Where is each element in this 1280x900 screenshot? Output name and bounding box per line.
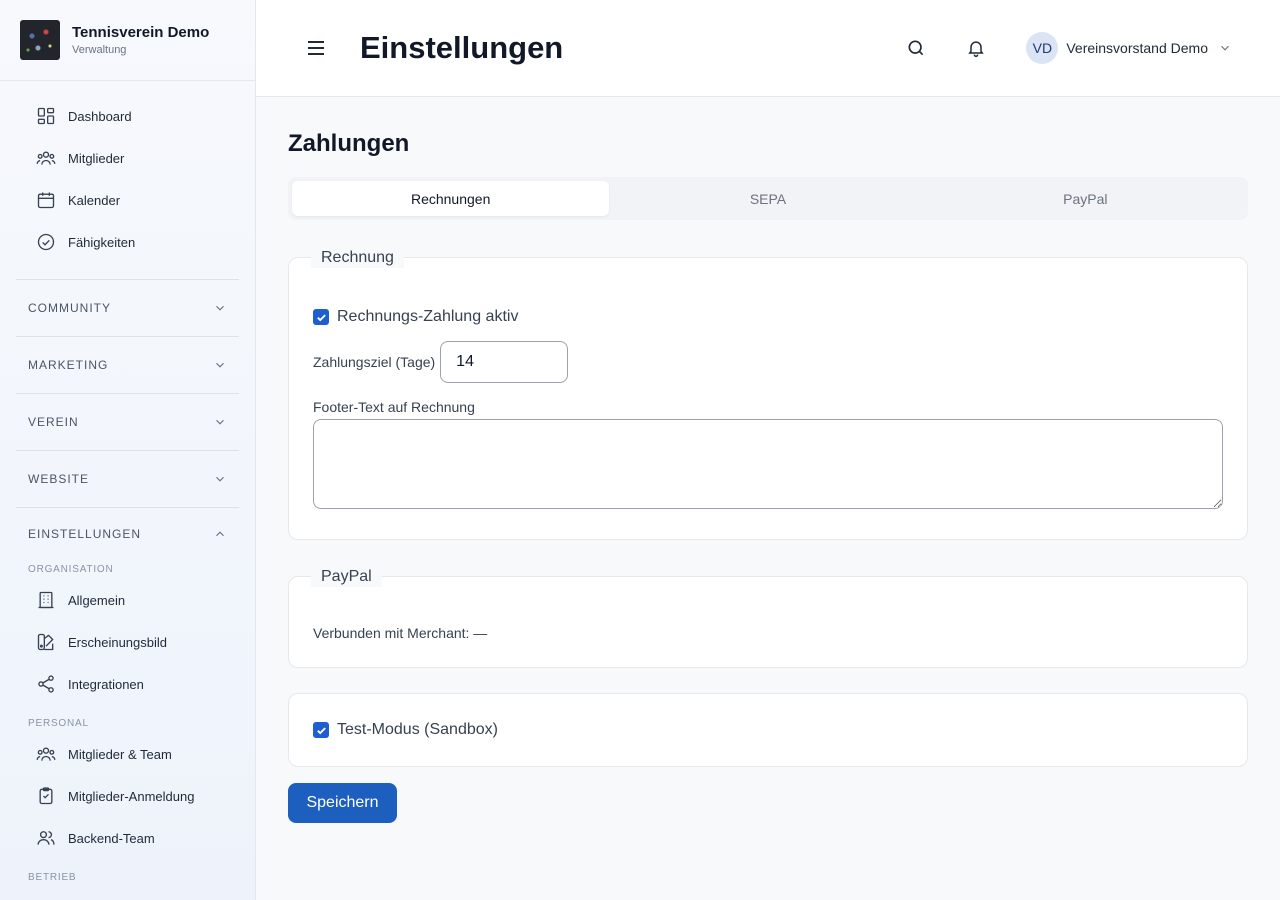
sidebar-item-label: Dashboard xyxy=(68,108,132,124)
bell-icon[interactable] xyxy=(966,38,986,58)
user-group-icon xyxy=(37,831,55,845)
chevron-up-icon xyxy=(216,530,224,536)
paypal-merchant-text: Verbunden mit Merchant: — xyxy=(313,625,488,641)
chevron-down-icon xyxy=(216,476,224,482)
due-days-field: Zahlungsziel (Tage) xyxy=(313,341,569,383)
page-title: Einstellungen xyxy=(360,30,564,65)
sidebar-item-mitglieder[interactable]: Mitglieder xyxy=(0,137,255,179)
sidebar-group-marketing[interactable]: MARKETING xyxy=(16,336,239,393)
sandbox-checkbox-row[interactable]: Test-Modus (Sandbox) xyxy=(313,721,498,739)
sidebar-item-label: Integrationen xyxy=(68,676,144,692)
sidebar-item-label: Mitglieder-Anmeldung xyxy=(68,788,195,804)
invoice-active-checkbox[interactable] xyxy=(313,309,329,325)
sidebar-item-label: Kalender xyxy=(68,192,121,208)
building-icon xyxy=(38,591,54,609)
chevron-down-icon xyxy=(216,362,224,368)
footer-text-input[interactable] xyxy=(313,419,1223,509)
sidebar-subheading-betrieb: BETRIEB xyxy=(28,871,77,883)
calendar-icon xyxy=(37,192,55,209)
sidebar-group-verein[interactable]: VEREIN xyxy=(16,393,239,450)
sidebar-item-mitglieder-anmeldung[interactable]: Mitglieder-Anmeldung xyxy=(0,775,255,817)
sidebar-item-label: Backend-Team xyxy=(68,830,155,846)
search-icon[interactable] xyxy=(906,38,926,58)
sidebar-group-label: EINSTELLUNGEN xyxy=(28,526,142,541)
palette-icon xyxy=(37,633,54,651)
paypal-fieldset: PayPal Verbunden mit Merchant: — xyxy=(288,567,1248,668)
payment-tabs: Rechnungen SEPA PayPal xyxy=(288,177,1248,220)
user-menu[interactable]: VD Vereinsvorstand Demo xyxy=(1026,32,1280,64)
sidebar-item-faehigkeiten[interactable]: Fähigkeiten xyxy=(0,221,255,263)
users-icon xyxy=(36,151,56,165)
dashboard-icon xyxy=(37,107,55,125)
sidebar-item-label: Mitglieder xyxy=(68,150,125,166)
footer-text-label: Footer-Text auf Rechnung xyxy=(313,399,475,415)
avatar: VD xyxy=(1026,32,1059,64)
chevron-down-icon xyxy=(216,305,224,311)
invoice-active-label: Rechnungs-Zahlung aktiv xyxy=(337,308,519,325)
brand-name: Tennisverein Demo xyxy=(72,24,210,41)
check-icon xyxy=(316,726,326,734)
paypal-legend: PayPal xyxy=(311,567,382,587)
sidebar-subheading-personal: PERSONAL xyxy=(28,717,89,729)
invoice-legend: Rechnung xyxy=(311,248,404,268)
sidebar-group-label: COMMUNITY xyxy=(28,301,111,315)
due-days-input[interactable] xyxy=(440,341,569,383)
sidebar: Tennisverein Demo Verwaltung Dashboard M… xyxy=(0,0,256,900)
sidebar-item-label: Fähigkeiten xyxy=(68,234,136,250)
chevron-down-icon xyxy=(1221,45,1229,51)
check-icon xyxy=(316,313,326,321)
sandbox-panel: Test-Modus (Sandbox) xyxy=(288,693,1248,767)
share-icon xyxy=(38,675,54,693)
tab-rechnungen[interactable]: Rechnungen xyxy=(292,181,610,216)
sidebar-item-erscheinungsbild[interactable]: Erscheinungsbild xyxy=(0,621,255,663)
invoice-active-checkbox-row[interactable]: Rechnungs-Zahlung aktiv xyxy=(313,308,518,326)
sidebar-group-label: VEREIN xyxy=(28,415,79,429)
sidebar-item-label: Allgemein xyxy=(68,592,126,608)
tab-sepa[interactable]: SEPA xyxy=(609,181,926,216)
sidebar-group-website[interactable]: WEBSITE xyxy=(16,450,239,507)
top-header: Einstellungen VD Vereinsvorstand Demo xyxy=(256,0,1280,97)
users-icon xyxy=(36,747,56,761)
sidebar-item-label: Erscheinungsbild xyxy=(68,634,168,650)
sidebar-group-community[interactable]: COMMUNITY xyxy=(16,279,239,336)
sidebar-item-backend-team[interactable]: Backend-Team xyxy=(0,817,255,859)
save-button[interactable]: Speichern xyxy=(288,783,397,823)
due-days-label: Zahlungsziel (Tage) xyxy=(313,354,436,370)
sidebar-group-label: MARKETING xyxy=(28,358,109,372)
sidebar-item-mitglieder-team[interactable]: Mitglieder & Team xyxy=(0,733,255,775)
menu-icon[interactable] xyxy=(304,36,328,60)
brand[interactable]: Tennisverein Demo Verwaltung xyxy=(0,0,255,81)
sidebar-item-allgemein[interactable]: Allgemein xyxy=(0,579,255,621)
sidebar-item-dashboard[interactable]: Dashboard xyxy=(0,95,255,137)
invoice-fieldset: Rechnung Rechnungs-Zahlung aktiv Zahlung… xyxy=(288,248,1248,540)
sidebar-item-label: Mitglieder & Team xyxy=(68,746,172,762)
sandbox-label: Test-Modus (Sandbox) xyxy=(337,721,498,738)
club-logo xyxy=(20,20,60,60)
clipboard-icon xyxy=(39,787,53,805)
section-title: Zahlungen xyxy=(288,130,410,157)
sidebar-item-integrationen[interactable]: Integrationen xyxy=(0,663,255,705)
sidebar-group-einstellungen[interactable]: EINSTELLUNGEN xyxy=(16,507,239,559)
user-name: Vereinsvorstand Demo xyxy=(1066,40,1208,56)
sidebar-item-kalender[interactable]: Kalender xyxy=(0,179,255,221)
main-content: Zahlungen Rechnungen SEPA PayPal Rechnun… xyxy=(288,97,1248,823)
sidebar-subheading-organisation: ORGANISATION xyxy=(28,563,114,575)
badge-check-icon xyxy=(37,233,55,251)
sidebar-group-label: WEBSITE xyxy=(28,472,90,486)
chevron-down-icon xyxy=(216,419,224,425)
tab-paypal[interactable]: PayPal xyxy=(927,181,1244,216)
brand-subtitle: Verwaltung xyxy=(72,44,127,56)
sandbox-checkbox[interactable] xyxy=(313,722,329,738)
